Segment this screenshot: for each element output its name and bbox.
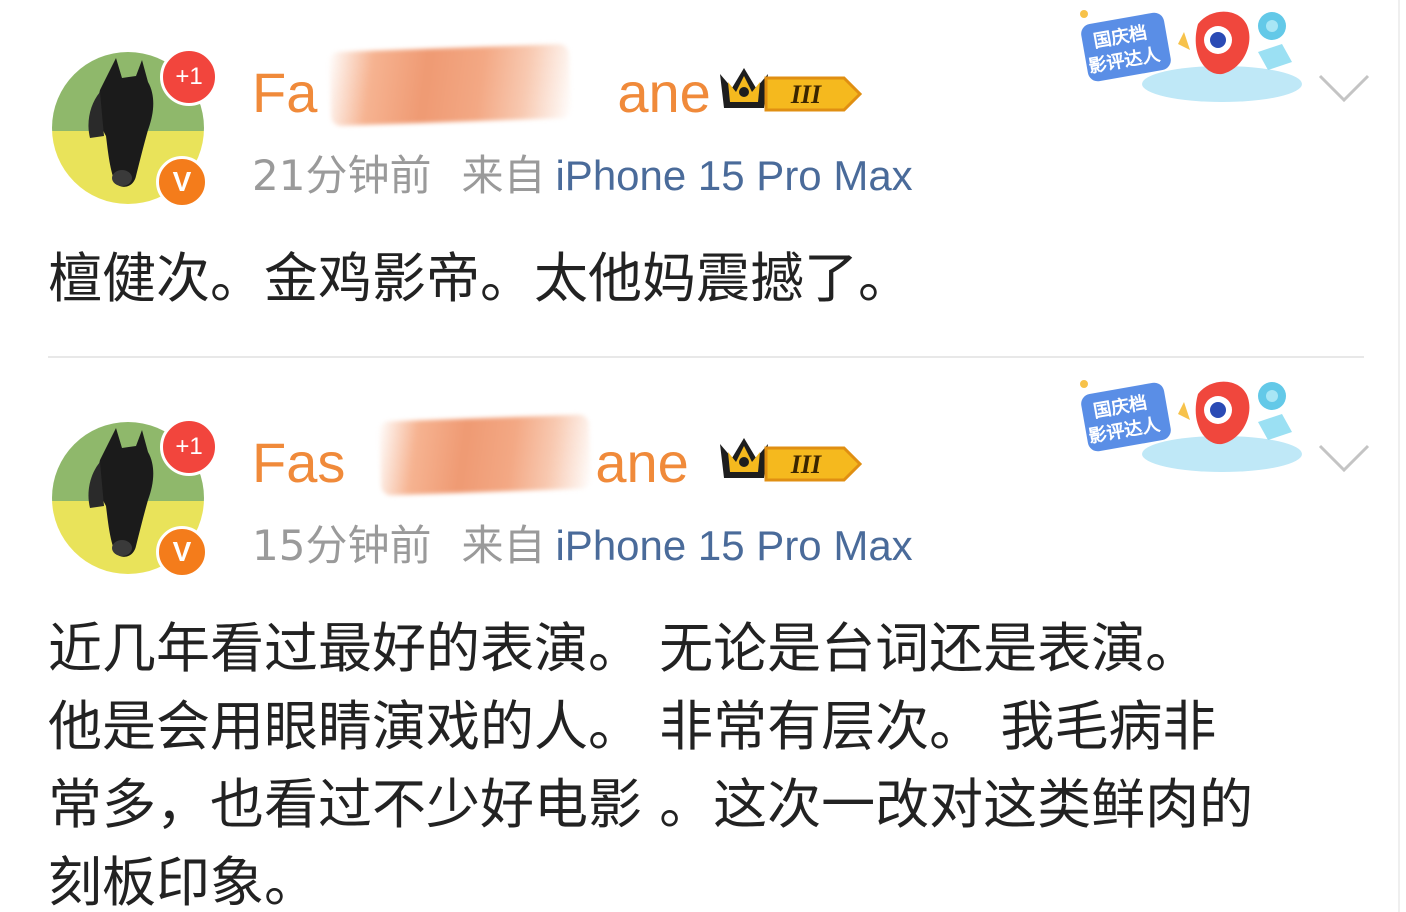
chevron-down-icon[interactable] bbox=[1316, 440, 1372, 476]
from-label: 来自 bbox=[461, 151, 546, 200]
event-badge-icon[interactable]: 国庆档 影评达人 bbox=[1072, 374, 1308, 478]
username-end: ane bbox=[595, 431, 689, 494]
watermark bbox=[520, 896, 900, 912]
from-label: 来自 bbox=[461, 521, 546, 570]
weibo-comments-screenshot: +1 V Fa ane III 21分钟前 来自 iPhone 15 Pro Max … bbox=[0, 0, 1406, 912]
username-end: ane bbox=[617, 61, 711, 124]
svg-text:III: III bbox=[790, 450, 822, 479]
chevron-down-icon[interactable] bbox=[1316, 70, 1372, 106]
redaction-overlay bbox=[328, 43, 572, 127]
post-meta: 21分钟前 来自 iPhone 15 Pro Max bbox=[252, 148, 913, 204]
comment-text: 檀健次。金鸡影帝。太他妈震撼了。 bbox=[48, 247, 912, 310]
svg-text:III: III bbox=[790, 80, 822, 109]
crown-level-icon: III bbox=[720, 68, 863, 112]
verified-badge: V bbox=[156, 526, 208, 578]
verified-badge: V bbox=[156, 156, 208, 208]
comment-item: +1 V Fa ane III 21分钟前 来自 iPhone 15 Pro Max … bbox=[0, 0, 1406, 358]
post-time: 15分钟前 bbox=[252, 521, 432, 570]
comment-text: 近几年看过最好的表演。 无论是台词还是表演。 他是会用眼睛演戏的人。 非常有层次… bbox=[48, 617, 1254, 912]
divider bbox=[48, 356, 1364, 358]
device-link[interactable]: iPhone 15 Pro Max bbox=[555, 152, 912, 199]
username-start: Fa bbox=[252, 61, 318, 124]
post-meta: 15分钟前 来自 iPhone 15 Pro Max bbox=[252, 518, 913, 574]
event-badge-icon[interactable]: 国庆档 影评达人 bbox=[1072, 4, 1308, 108]
comment-item: +1 V Fas ane III 15分钟前 来自 iPhone 15 Pro Max… bbox=[0, 370, 1406, 912]
follow-plus-badge[interactable]: +1 bbox=[160, 48, 218, 106]
crown-level-icon: III bbox=[720, 438, 863, 482]
follow-plus-badge[interactable]: +1 bbox=[160, 418, 218, 476]
username-start: Fas bbox=[252, 431, 346, 494]
device-link[interactable]: iPhone 15 Pro Max bbox=[555, 522, 912, 569]
redaction-overlay bbox=[378, 414, 592, 496]
post-time: 21分钟前 bbox=[252, 151, 432, 200]
